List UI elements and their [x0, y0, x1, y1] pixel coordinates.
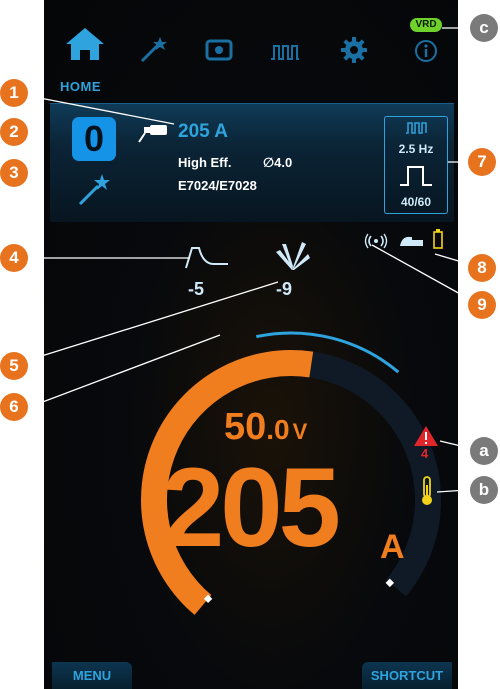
callout-9: 9	[468, 291, 496, 319]
callout-1: 1	[0, 79, 28, 107]
callout-a: a	[470, 437, 498, 465]
callout-c: c	[470, 14, 498, 42]
callout-8: 8	[468, 254, 496, 282]
callout-2: 2	[0, 118, 28, 146]
callout-6: 6	[0, 393, 28, 421]
callout-leaders	[13, 27, 483, 493]
callout-7: 7	[468, 148, 496, 176]
callout-3: 3	[0, 159, 28, 187]
callout-5: 5	[0, 352, 28, 380]
callout-b: b	[470, 476, 498, 504]
callout-4: 4	[0, 244, 28, 272]
